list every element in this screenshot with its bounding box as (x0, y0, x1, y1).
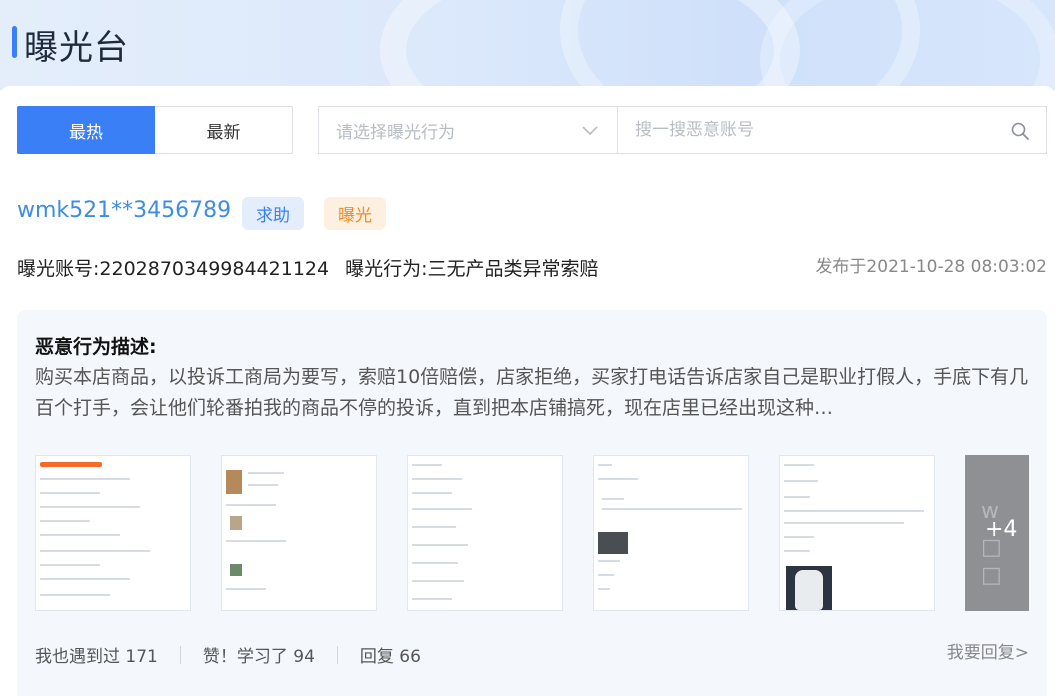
action-divider (336, 645, 338, 664)
like-button[interactable]: 赞！学习了 94 (203, 642, 315, 667)
evidence-thumbnail[interactable] (221, 455, 377, 611)
post-account-link[interactable]: wmk521**3456789 (17, 198, 231, 223)
post-meta: 曝光账号:2202870349984421124 曝光行为:三无产品类异常索赔 (17, 254, 599, 281)
search-box (618, 106, 1047, 154)
evidence-thumbnail[interactable] (593, 455, 749, 611)
more-images-count: +4 (985, 517, 1018, 542)
evidence-thumbnail[interactable] (35, 455, 191, 611)
behavior-select-placeholder: 请选择曝光行为 (336, 122, 455, 143)
title-accent-bar (12, 26, 17, 58)
expose-badge: 曝光 (324, 197, 386, 230)
evidence-images: w □ □ +4 (35, 455, 1029, 611)
account-no-value: 2202870349984421124 (99, 258, 330, 280)
banner-decoration (760, 0, 1055, 90)
help-badge: 求助 (242, 197, 304, 230)
action-divider (179, 645, 181, 664)
publish-time: 发布于2021-10-28 08:03:02 (815, 257, 1047, 277)
more-images-overlay[interactable]: w □ □ +4 (965, 455, 1029, 611)
evidence-thumbnail[interactable] (779, 455, 935, 611)
reply-link[interactable]: 我要回复> (947, 638, 1029, 663)
page-title: 曝光台 (24, 28, 129, 68)
me-too-button[interactable]: 我也遇到过 171 (35, 642, 158, 667)
search-input[interactable] (635, 120, 995, 140)
account-no-label: 曝光账号: (17, 258, 100, 280)
chevron-down-icon (582, 126, 598, 136)
behavior-label: 曝光行为: (345, 258, 428, 280)
evidence-thumbnail[interactable] (407, 455, 563, 611)
behavior-select[interactable]: 请选择曝光行为 (318, 106, 618, 154)
description-text: 购买本店商品，以投诉工商局为要写，索赔10倍赔偿，店家拒绝，买家打电话告诉店家自… (35, 366, 1029, 419)
tab-newest[interactable]: 最新 (155, 106, 293, 154)
search-icon[interactable] (1010, 121, 1030, 141)
tab-hottest[interactable]: 最热 (17, 106, 155, 154)
behavior-value: 三无产品类异常索赔 (427, 258, 599, 280)
description-title: 恶意行为描述: (35, 336, 157, 358)
page-banner (0, 0, 1055, 90)
replies-button[interactable]: 回复 66 (360, 642, 421, 667)
post-actions: 我也遇到过 171 赞！学习了 94 回复 66 (35, 642, 421, 667)
sort-tabs: 最热 最新 (17, 106, 293, 154)
